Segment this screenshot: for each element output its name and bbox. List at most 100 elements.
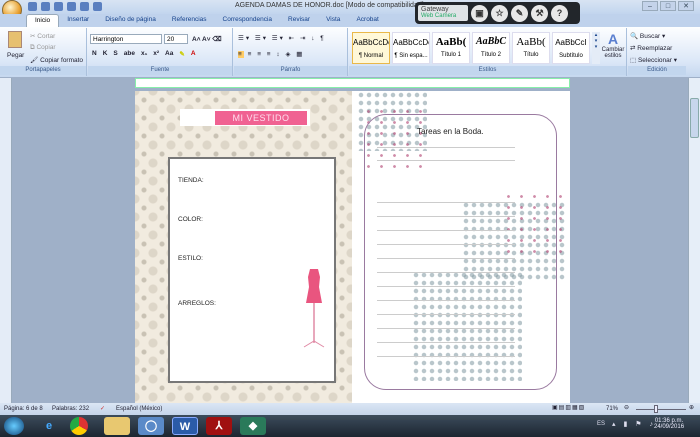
change-styles-button[interactable]: A Cambiar estilos [600, 31, 626, 59]
input-language[interactable]: ES [597, 421, 605, 427]
find-label: Buscar [639, 33, 661, 40]
format-painter-label: Copiar formato [40, 57, 84, 64]
document-page-left[interactable]: MI VESTIDO TIENDA: COLOR: ESTILO: ARREGL… [135, 91, 352, 403]
style-titulo-1[interactable]: AaBb(Título 1 [432, 32, 470, 64]
field-arreglos: ARREGLOS: [178, 300, 216, 307]
tab-inicio[interactable]: Inicio [26, 14, 60, 27]
tab-vista[interactable]: Vista [318, 14, 348, 27]
zoom-slider[interactable] [636, 409, 686, 410]
word-count[interactable]: Palabras: 232 [52, 406, 89, 412]
page-count[interactable]: Página: 6 de 8 [4, 406, 43, 412]
italic-button[interactable]: K [103, 50, 108, 58]
subscript-button[interactable]: x₁ [141, 50, 147, 58]
style-preview: AaBbCcI [555, 38, 587, 47]
style-preview: AaBbCcDc [393, 38, 429, 47]
group-label: Párrafo [234, 66, 347, 75]
document-page-right[interactable]: Tareas en la Boda. [352, 91, 570, 403]
align-left-icon[interactable]: ≡ [238, 51, 244, 58]
style-subtitulo[interactable]: AaBbCcI Subtítulo [552, 32, 590, 64]
paragraph-group: ☰▾ ☰▾ ☰▾ ⇤ ⇥ ↓ ¶ ≡ ≡ ≡ ≡ ↕ ◈ ▦ Párrafo [234, 28, 348, 76]
close-button[interactable]: ✕ [678, 1, 694, 11]
internet-explorer-icon[interactable]: e [36, 417, 62, 435]
change-styles-icon: A [607, 31, 619, 47]
taskbar: e ◯ W ⅄ ◆ ES ▴ ▮ ⚑ ♪ 01:36 p.m. 24/09/201… [0, 415, 700, 437]
redo-icon[interactable] [41, 2, 50, 11]
zoom-slider-thumb[interactable] [654, 405, 658, 413]
paste-button[interactable]: Pegar [7, 52, 24, 59]
minimize-button[interactable]: – [642, 1, 658, 11]
select-button[interactable]: ⬚ Seleccionar ▾ [630, 56, 677, 64]
clock[interactable]: 01:36 p.m. 24/09/2016 [654, 418, 684, 430]
horizontal-ruler[interactable] [135, 78, 570, 88]
replace-label: Reemplazar [637, 45, 673, 52]
chrome-icon[interactable] [70, 417, 88, 435]
scroll-thumb[interactable] [690, 98, 699, 138]
vertical-ruler[interactable] [0, 78, 12, 403]
list-buttons[interactable]: ☰▾ ☰▾ ☰▾ ⇤ ⇥ ↓ ¶ [238, 34, 326, 42]
copy-button[interactable]: ⧉ Copiar [30, 44, 56, 52]
zoom-out-button[interactable]: ⊖ [624, 404, 629, 411]
style-normal[interactable]: AaBbCcDc ¶ Normal [352, 32, 390, 64]
grow-font-button[interactable]: A˄ A˅ ⌫ [192, 35, 222, 43]
zoom-in-button[interactable]: ⊕ [689, 404, 694, 411]
strikethrough-button[interactable]: abe [124, 50, 135, 58]
tab-diseno[interactable]: Diseño de página [97, 14, 164, 27]
view-buttons[interactable]: ▣▤▥▦▧ [552, 404, 585, 411]
superscript-button[interactable]: x² [153, 50, 159, 58]
page-title: MI VESTIDO [215, 111, 307, 125]
find-button[interactable]: 🔍 Buscar ▾ [630, 32, 665, 40]
gateway-logo: Gateway Web Camera [418, 5, 468, 21]
edit-icon[interactable]: ✎ [511, 4, 528, 22]
word-icon[interactable]: W [172, 417, 198, 435]
tray-icons[interactable]: ▴ ▮ ⚑ ♪ [612, 420, 656, 428]
vertical-scrollbar[interactable] [688, 78, 700, 403]
style-sin-espaciado[interactable]: AaBbCcDc ¶ Sin espa... [392, 32, 430, 64]
format-painter-button[interactable]: 🖌 Copiar formato [30, 56, 83, 64]
tab-referencias[interactable]: Referencias [164, 14, 215, 27]
open-icon[interactable] [80, 2, 89, 11]
font-color-icon[interactable]: A [191, 50, 196, 58]
cut-label: Cortar [37, 33, 56, 40]
new-icon[interactable] [54, 2, 63, 11]
change-case-button[interactable]: Aa [165, 50, 173, 58]
maximize-button[interactable]: □ [660, 1, 676, 11]
camera-icon[interactable]: ▣ [471, 4, 488, 22]
print-preview-icon[interactable] [67, 2, 76, 11]
tab-correspondencia[interactable]: Correspondencia [215, 14, 281, 27]
ribbon-tabs: Inicio Insertar Diseño de página Referen… [0, 14, 700, 27]
spelling-icon[interactable]: ✓ [100, 405, 105, 412]
browser-icon[interactable]: ◯ [138, 417, 164, 435]
style-titulo[interactable]: AaBb(Título [512, 32, 550, 64]
font-size-select[interactable]: 20 [164, 34, 188, 44]
font-name-select[interactable]: Harrington [90, 34, 162, 44]
acrobat-icon[interactable]: ⅄ [206, 417, 232, 435]
bold-button[interactable]: N [92, 50, 97, 58]
replace-button[interactable]: ⇄ Reemplazar [630, 44, 672, 52]
ribbon: Pegar ✂ Cortar ⧉ Copiar 🖌 Copiar formato… [0, 27, 700, 77]
wrench-icon[interactable]: ⚒ [531, 4, 548, 22]
tab-acrobat[interactable]: Acrobat [348, 14, 386, 27]
file-explorer-icon[interactable] [104, 417, 130, 435]
cut-button[interactable]: ✂ Cortar [30, 32, 55, 40]
date: 24/09/2016 [654, 424, 685, 430]
undo-icon[interactable] [28, 2, 37, 11]
tab-revisar[interactable]: Revisar [280, 14, 318, 27]
styles-scroll[interactable]: ▴ ▾ ▾ [592, 32, 600, 64]
app-icon[interactable]: ◆ [240, 417, 266, 435]
style-name: Subtítulo [559, 53, 583, 59]
highlight-icon[interactable]: ✎ [179, 50, 184, 58]
star-icon[interactable]: ☆ [491, 4, 508, 22]
paste-icon[interactable] [8, 31, 22, 48]
underline-button[interactable]: S [113, 50, 117, 58]
font-group: Harrington 20 A˄ A˅ ⌫ N K Sabe x₁ x² Aa ✎ A Fu… [88, 28, 233, 76]
dress-form-icon [303, 269, 325, 348]
save-icon[interactable] [93, 2, 102, 11]
align-buttons[interactable]: ≡ ≡ ≡ ≡ ↕ ◈ ▦ [238, 50, 304, 58]
zoom-level[interactable]: 71% [606, 406, 618, 412]
start-button[interactable] [4, 417, 24, 435]
tab-insertar[interactable]: Insertar [59, 14, 97, 27]
language[interactable]: Español (México) [116, 406, 162, 412]
group-label: Portapapeles [0, 66, 86, 75]
style-titulo-2[interactable]: AaBbC Título 2 [472, 32, 510, 64]
help-button[interactable]: ? [551, 4, 568, 22]
